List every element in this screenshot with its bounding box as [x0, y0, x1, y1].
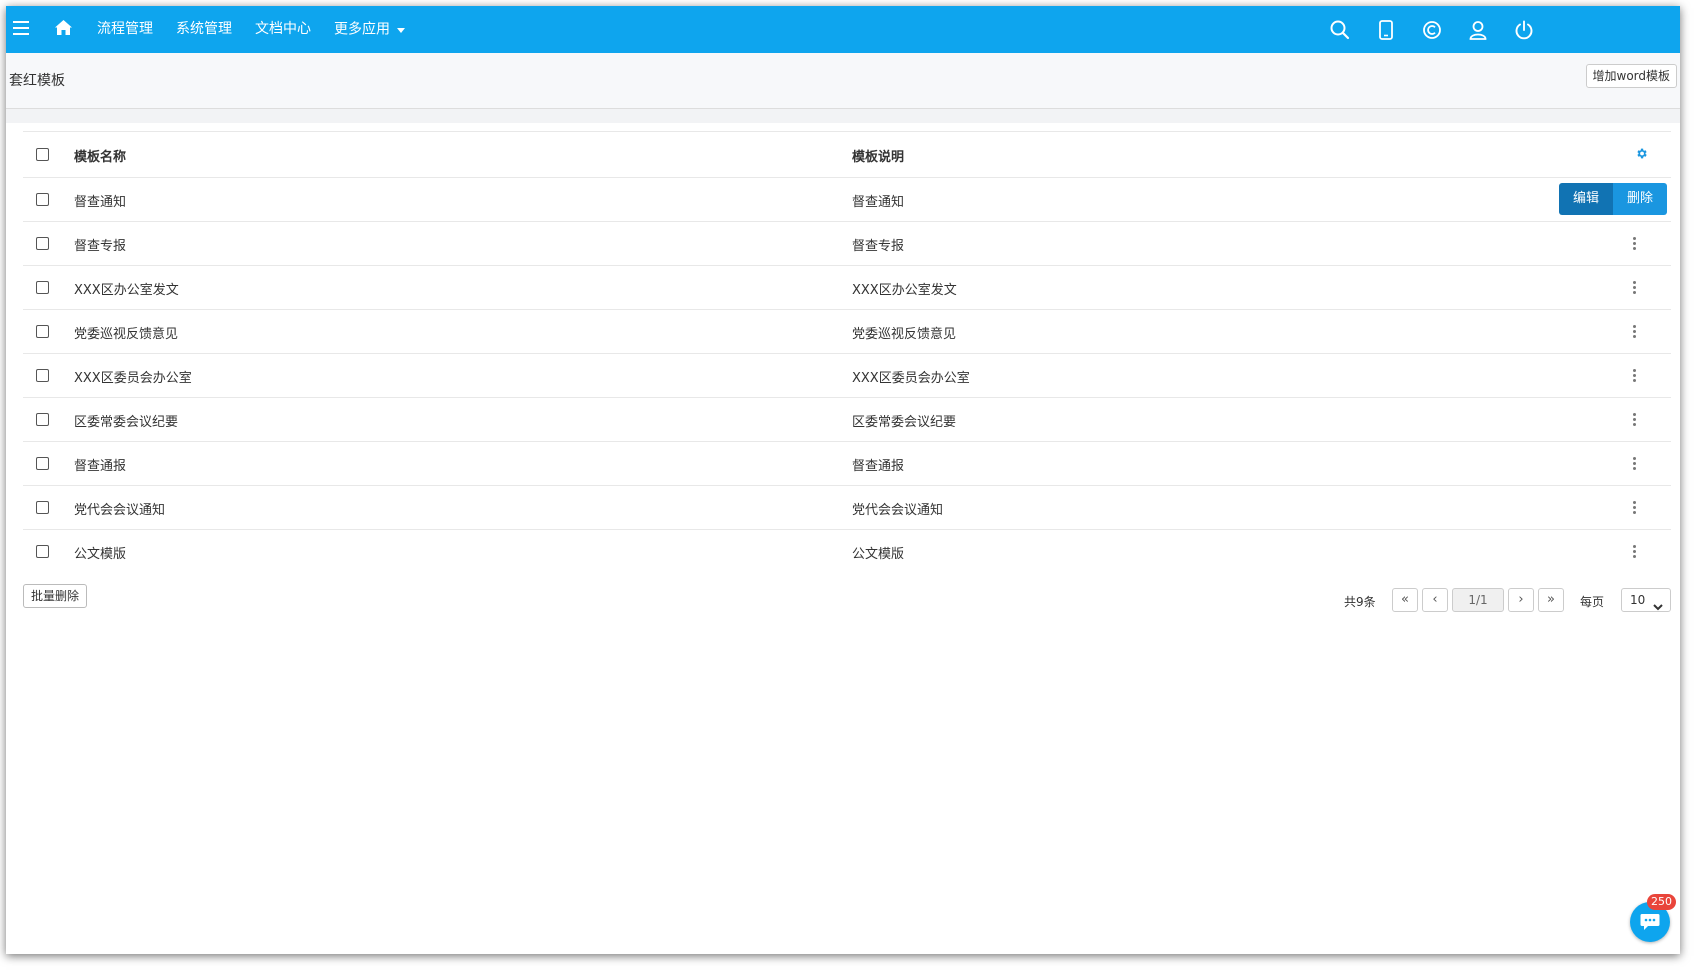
edit-button[interactable]: 编辑: [1559, 183, 1614, 215]
template-name: 党委巡视反馈意见: [74, 327, 179, 342]
template-desc: 督查通知: [852, 195, 905, 210]
template-desc: 公文模版: [852, 547, 905, 562]
chat-bubble-icon: [1640, 913, 1660, 935]
per-page-value: 10: [1630, 593, 1646, 607]
gear-icon[interactable]: [1635, 147, 1648, 164]
tablet-icon[interactable]: [1375, 19, 1397, 41]
nav-item-more[interactable]: 更多应用: [334, 6, 406, 53]
template-desc: 督查专报: [852, 239, 905, 254]
template-name: XXX区办公室发文: [74, 283, 179, 298]
row-checkbox[interactable]: [36, 545, 49, 558]
template-desc: XXX区办公室发文: [852, 283, 957, 298]
template-desc: 区委常委会议纪要: [852, 415, 957, 430]
column-header-desc: 模板说明: [852, 150, 905, 165]
per-page-select[interactable]: 10: [1621, 588, 1671, 612]
row-checkbox[interactable]: [36, 501, 49, 514]
delete-button[interactable]: 删除: [1613, 183, 1668, 215]
prev-page-button[interactable]: ‹: [1422, 588, 1448, 612]
more-actions-icon[interactable]: [1633, 369, 1637, 383]
user-icon[interactable]: [1467, 19, 1489, 41]
row-checkbox[interactable]: [36, 281, 49, 294]
more-actions-icon[interactable]: [1633, 501, 1637, 515]
template-desc: 党委巡视反馈意见: [852, 327, 957, 342]
power-icon[interactable]: [1513, 19, 1535, 41]
more-actions-icon[interactable]: [1633, 545, 1637, 559]
column-header-name: 模板名称: [74, 150, 127, 165]
caret-down-icon: [397, 6, 406, 53]
template-name: XXX区委员会办公室: [74, 371, 192, 386]
next-page-button[interactable]: ›: [1508, 588, 1534, 612]
more-actions-icon[interactable]: [1633, 325, 1637, 339]
template-name: 区委常委会议纪要: [74, 415, 179, 430]
nav-item-system[interactable]: 系统管理: [176, 6, 232, 53]
row-checkbox[interactable]: [36, 369, 49, 382]
table-row[interactable]: 区委常委会议纪要 区委常委会议纪要: [23, 398, 1671, 442]
row-checkbox[interactable]: [36, 193, 49, 206]
template-name: 督查通知: [74, 195, 127, 210]
row-action-group: 编辑 删除: [1559, 183, 1668, 215]
template-desc: 督查通报: [852, 459, 905, 474]
table-row[interactable]: 党代会会议通知 党代会会议通知: [23, 486, 1671, 530]
last-page-button[interactable]: »: [1538, 588, 1564, 612]
total-count: 共9条: [1344, 595, 1376, 609]
template-table: 模板名称 模板说明 督查通知 督查通知 编辑 删除 督查专报 督查专报 XXX区…: [23, 131, 1671, 573]
nav-item-process[interactable]: 流程管理: [97, 6, 153, 53]
search-icon[interactable]: [1329, 19, 1351, 41]
page-title: 套红模板: [9, 73, 65, 89]
per-page-label: 每页: [1580, 595, 1605, 609]
template-desc: 党代会会议通知: [852, 503, 944, 518]
page-header: 套红模板 增加word模板: [6, 53, 1680, 109]
first-page-button[interactable]: «: [1392, 588, 1418, 612]
template-desc: XXX区委员会办公室: [852, 371, 970, 386]
table-row[interactable]: 督查专报 督查专报: [23, 222, 1671, 266]
table-row[interactable]: XXX区委员会办公室 XXX区委员会办公室: [23, 354, 1671, 398]
template-name: 督查专报: [74, 239, 127, 254]
more-actions-icon[interactable]: [1633, 457, 1637, 471]
app-window: 流程管理 系统管理 文档中心 更多应用 套红模板 增加word模板 模板名称 模…: [6, 6, 1680, 954]
hamburger-icon[interactable]: [13, 21, 29, 39]
row-checkbox[interactable]: [36, 325, 49, 338]
notification-badge: 250: [1647, 894, 1676, 910]
more-actions-icon[interactable]: [1633, 413, 1637, 427]
more-actions-icon[interactable]: [1633, 281, 1637, 295]
table-row[interactable]: 督查通报 督查通报: [23, 442, 1671, 486]
copyright-icon[interactable]: [1421, 19, 1443, 41]
nav-item-more-label: 更多应用: [334, 21, 390, 38]
row-checkbox[interactable]: [36, 457, 49, 470]
template-name: 督查通报: [74, 459, 127, 474]
nav-item-docs[interactable]: 文档中心: [255, 6, 311, 53]
more-actions-icon[interactable]: [1633, 237, 1637, 251]
section-divider: [6, 109, 1680, 123]
template-name: 公文模版: [74, 547, 127, 562]
row-checkbox[interactable]: [36, 237, 49, 250]
select-all-checkbox[interactable]: [36, 148, 49, 161]
table-row[interactable]: 督查通知 督查通知 编辑 删除: [23, 178, 1671, 222]
page-indicator[interactable]: 1/1: [1452, 588, 1504, 612]
table-row[interactable]: 党委巡视反馈意见 党委巡视反馈意见: [23, 310, 1671, 354]
table-row[interactable]: XXX区办公室发文 XXX区办公室发文: [23, 266, 1671, 310]
home-icon[interactable]: [55, 20, 72, 39]
table-header-row: 模板名称 模板说明: [23, 131, 1671, 178]
chevron-down-icon: [1653, 596, 1663, 618]
row-checkbox[interactable]: [36, 413, 49, 426]
template-name: 党代会会议通知: [74, 503, 166, 518]
add-word-template-button[interactable]: 增加word模板: [1585, 64, 1677, 88]
top-nav-bar: 流程管理 系统管理 文档中心 更多应用: [6, 6, 1680, 53]
batch-delete-button[interactable]: 批量删除: [23, 584, 88, 608]
table-row[interactable]: 公文模版 公文模版: [23, 530, 1671, 573]
